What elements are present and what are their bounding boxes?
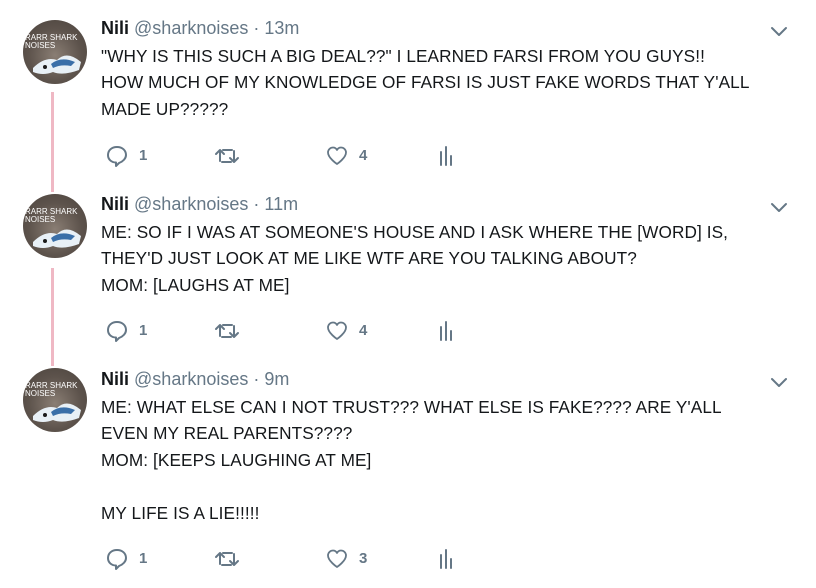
tweet-text: "WHY IS THIS SUCH A BIG DEAL??" I LEARNE… <box>101 43 781 122</box>
tweet-text-line: ME: SO IF I WAS AT SOMEONE'S HOUSE AND I… <box>101 222 729 242</box>
avatar-text: RARR SHARK NOISES <box>25 207 78 224</box>
reply-count: 1 <box>139 550 148 567</box>
like-button[interactable]: 4 <box>325 143 367 169</box>
tweet-actions: 1 4 <box>100 318 500 344</box>
timestamp[interactable]: 13m <box>264 18 299 38</box>
tweet-header: Nili @sharknoises · 11m <box>101 193 298 215</box>
tweet-header: Nili @sharknoises · 9m <box>101 368 289 390</box>
avatar[interactable]: RARR SHARK NOISES <box>23 368 87 432</box>
tweet-text-line: ME: WHAT ELSE CAN I NOT TRUST??? WHAT EL… <box>101 397 722 417</box>
tweet-actions: 1 4 <box>100 143 500 169</box>
tweet-text-line: MOM: [LAUGHS AT ME] <box>101 274 290 295</box>
separator-dot: · <box>253 194 260 214</box>
like-button[interactable]: 4 <box>325 318 367 344</box>
heart-icon <box>327 321 347 340</box>
heart-icon <box>327 146 347 165</box>
like-count: 4 <box>359 322 368 339</box>
separator-dot: · <box>253 18 260 38</box>
reply-icon <box>107 549 127 570</box>
user-handle[interactable]: @sharknoises <box>134 369 248 389</box>
heart-icon <box>327 549 347 568</box>
reply-icon <box>107 146 127 167</box>
avatar[interactable]: RARR SHARK NOISES <box>23 20 87 84</box>
tweet[interactable]: RARR SHARK NOISES Nili @sharknoises · 11… <box>0 176 816 352</box>
reply-icon <box>107 321 127 342</box>
analytics-icon <box>440 549 452 569</box>
retweet-button[interactable] <box>214 143 240 169</box>
tweet-text-line: HOW MUCH OF MY KNOWLEDGE OF FARSI IS JUS… <box>101 72 750 93</box>
tweet-text-blank-line <box>101 473 781 499</box>
display-name[interactable]: Nili <box>101 18 129 38</box>
tweet[interactable]: RARR SHARK NOISES Nili @sharknoises · 13… <box>0 0 816 176</box>
avatar-text: RARR SHARK NOISES <box>25 381 78 398</box>
tweet-header: Nili @sharknoises · 13m <box>101 17 299 39</box>
display-name[interactable]: Nili <box>101 194 129 214</box>
retweet-icon <box>215 149 239 163</box>
timestamp[interactable]: 11m <box>264 194 298 214</box>
tweet-text-line: "WHY IS THIS SUCH A BIG DEAL??" I LEARNE… <box>101 46 705 66</box>
chevron-down-icon[interactable] <box>768 371 790 393</box>
reply-button[interactable]: 1 <box>105 143 147 169</box>
user-handle[interactable]: @sharknoises <box>134 194 248 214</box>
retweet-button[interactable] <box>214 318 240 344</box>
chevron-down-icon[interactable] <box>768 196 790 218</box>
timestamp[interactable]: 9m <box>264 369 289 389</box>
tweet-text-line: THEY'D JUST LOOK AT ME LIKE WTF ARE YOU … <box>101 248 637 269</box>
tweet-text-line: MY LIFE IS A LIE!!!!! <box>101 502 260 523</box>
tweet-actions: 1 3 <box>100 546 500 572</box>
analytics-button[interactable] <box>436 143 456 169</box>
avatar[interactable]: RARR SHARK NOISES <box>23 194 87 258</box>
like-button[interactable]: 3 <box>325 546 367 572</box>
tweet[interactable]: RARR SHARK NOISES Nili @sharknoises · 9m… <box>0 352 816 588</box>
analytics-button[interactable] <box>436 318 456 344</box>
reply-button[interactable]: 1 <box>105 318 147 344</box>
tweet-text: ME: WHAT ELSE CAN I NOT TRUST??? WHAT EL… <box>101 394 781 526</box>
separator-dot: · <box>253 369 260 389</box>
analytics-icon <box>440 146 452 166</box>
tweet-text-line: MADE UP????? <box>101 98 229 119</box>
retweet-button[interactable] <box>214 546 240 572</box>
analytics-button[interactable] <box>436 546 456 572</box>
retweet-icon <box>215 552 239 566</box>
tweet-text-line: EVEN MY REAL PARENTS???? <box>101 423 353 444</box>
user-handle[interactable]: @sharknoises <box>134 18 248 38</box>
chevron-down-icon[interactable] <box>768 20 790 42</box>
avatar-text: RARR SHARK NOISES <box>25 33 78 50</box>
analytics-icon <box>440 321 452 341</box>
reply-button[interactable]: 1 <box>105 546 147 572</box>
reply-count: 1 <box>139 322 148 339</box>
like-count: 4 <box>359 147 368 164</box>
reply-count: 1 <box>139 147 148 164</box>
tweet-text-line: MOM: [KEEPS LAUGHING AT ME] <box>101 449 372 470</box>
display-name[interactable]: Nili <box>101 369 129 389</box>
like-count: 3 <box>359 550 368 567</box>
tweet-text: ME: SO IF I WAS AT SOMEONE'S HOUSE AND I… <box>101 219 781 298</box>
retweet-icon <box>215 324 239 338</box>
